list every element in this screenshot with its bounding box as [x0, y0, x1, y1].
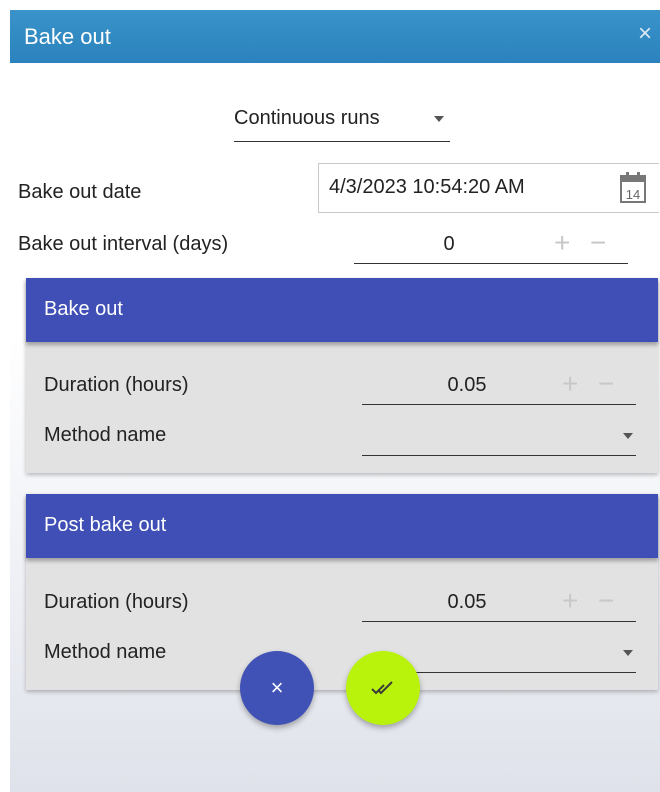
duration-value: 0.05	[447, 374, 487, 396]
run-mode-value: Continuous runs	[234, 107, 380, 129]
cancel-button[interactable]: ×	[240, 651, 314, 725]
confirm-button[interactable]	[346, 651, 420, 725]
close-icon: ×	[270, 675, 284, 700]
calendar-icon[interactable]: 14	[619, 170, 647, 204]
chevron-down-icon	[434, 116, 444, 122]
bake-out-panel-title: Bake out	[44, 298, 123, 320]
post-bake-out-panel-header: Post bake out	[26, 494, 658, 558]
window-title: Bake out	[24, 24, 111, 49]
bakeout-date-value: 4/3/2023 10:54:20 AM	[329, 176, 525, 198]
bakeout-interval-input[interactable]: 0 + −	[354, 227, 628, 264]
bakeout-interval-label: Bake out interval (days)	[18, 233, 229, 255]
duration-input[interactable]: 0.05 + −	[362, 368, 636, 405]
method-name-label: Method name	[44, 641, 167, 663]
duration-label: Duration (hours)	[44, 374, 189, 396]
plus-icon[interactable]: +	[554, 229, 570, 257]
close-icon[interactable]: ×	[638, 22, 652, 46]
duration-value: 0.05	[447, 591, 487, 613]
calendar-day: 14	[626, 187, 640, 202]
duration-input[interactable]: 0.05 + −	[362, 585, 636, 622]
minus-icon[interactable]: −	[598, 370, 614, 398]
plus-icon[interactable]: +	[562, 370, 578, 398]
method-name-dropdown[interactable]	[362, 419, 636, 456]
plus-icon[interactable]: +	[562, 587, 578, 615]
bakeout-interval-value: 0	[443, 233, 455, 255]
post-bake-out-panel-title: Post bake out	[44, 514, 167, 536]
bakeout-date-label: Bake out date	[18, 181, 142, 203]
minus-icon[interactable]: −	[590, 229, 606, 257]
duration-label: Duration (hours)	[44, 591, 189, 613]
run-mode-dropdown[interactable]: Continuous runs	[234, 105, 450, 142]
bake-out-panel: Bake out Duration (hours) 0.05 + − Metho…	[26, 278, 658, 473]
title-bar: Bake out ×	[10, 10, 660, 63]
post-bake-out-panel: Post bake out Duration (hours) 0.05 + − …	[26, 494, 658, 690]
chevron-down-icon	[623, 650, 633, 656]
bake-out-panel-header: Bake out	[26, 278, 658, 342]
bakeout-date-field[interactable]: 4/3/2023 10:54:20 AM 14	[318, 163, 659, 213]
chevron-down-icon	[623, 433, 633, 439]
method-name-label: Method name	[44, 424, 167, 446]
bake-out-dialog: Continuous runs Bake out date 4/3/2023 1…	[10, 63, 660, 792]
double-check-icon	[371, 681, 393, 695]
minus-icon[interactable]: −	[598, 587, 614, 615]
